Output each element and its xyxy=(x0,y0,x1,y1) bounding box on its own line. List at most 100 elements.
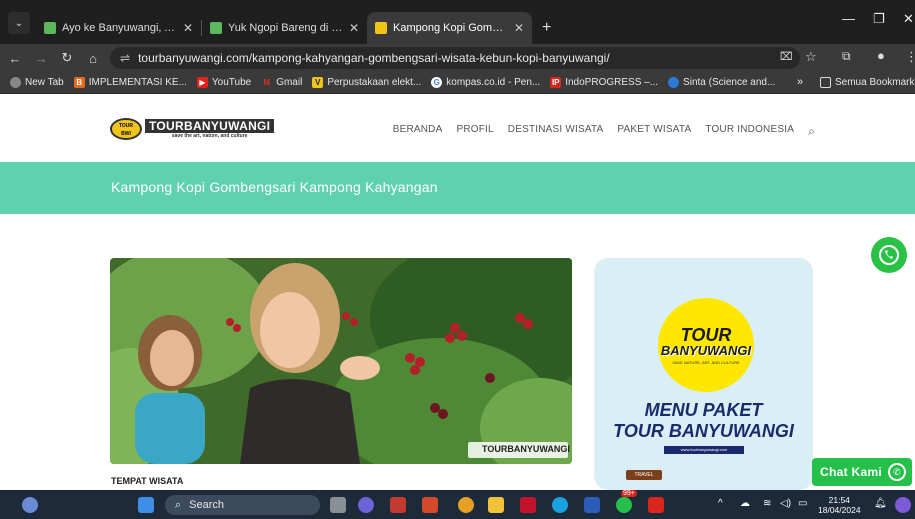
nav-profil[interactable]: PROFIL xyxy=(456,124,493,139)
wifi-icon[interactable]: ≋ xyxy=(763,498,771,509)
main-nav: BERANDA PROFIL DESTINASI WISATA PAKET WI… xyxy=(379,124,815,139)
close-icon[interactable]: ✕ xyxy=(183,21,193,35)
maximize-icon[interactable]: ❐ xyxy=(873,11,885,27)
volume-icon[interactable]: ◁) xyxy=(780,498,791,509)
translate-icon[interactable]: ⌧ xyxy=(780,50,793,63)
tab-1[interactable]: Ayo ke Banyuwangi, Anda per ✕ xyxy=(36,12,201,44)
new-tab-icon[interactable]: + xyxy=(542,19,551,37)
tab-3-active[interactable]: Kampong Kopi Gombengsari K ✕ xyxy=(367,12,532,44)
post-category[interactable]: TEMPAT WISATA xyxy=(111,476,183,486)
url-field[interactable]: ⇌ tourbanyuwangi.com/kampong-kahyangan-g… xyxy=(110,47,800,69)
whatsapp-icon: ✆ xyxy=(888,463,907,481)
close-icon[interactable]: ✕ xyxy=(514,21,524,35)
bookmark-gmail[interactable]: M Gmail xyxy=(261,77,302,88)
windows-taskbar: ⌕ Search 99+ ^ ☁ ≋ ◁) ▭ 21:54 18/04/2024… xyxy=(0,490,915,519)
tab-favicon xyxy=(210,22,222,34)
bookmark-perpustakaan[interactable]: V Perpustakaan elekt... xyxy=(312,77,421,88)
chat-kami-button[interactable]: Chat Kami ✆ xyxy=(812,458,912,486)
banner-heading-2: TOUR BANYUWANGI xyxy=(613,421,794,441)
nav-paket-wisata[interactable]: PAKET WISATA xyxy=(617,124,691,139)
folder-icon xyxy=(820,77,831,88)
taskbar-search[interactable]: ⌕ Search xyxy=(165,495,320,515)
bookmark-youtube[interactable]: ▶ YouTube xyxy=(196,77,251,88)
tab-favicon xyxy=(375,22,387,34)
youtube-icon: ▶ xyxy=(196,77,208,88)
tab-title: Ayo ke Banyuwangi, Anda per xyxy=(62,22,177,34)
banner-website: www.tourbanyuwangi.com xyxy=(664,446,744,454)
forward-icon[interactable]: → xyxy=(30,51,52,66)
all-bookmarks[interactable]: Semua Bookmark xyxy=(820,77,914,88)
widgets-icon[interactable] xyxy=(22,497,38,513)
nav-destinasi-wisata[interactable]: DESTINASI WISATA xyxy=(508,124,604,139)
whatsapp-icon xyxy=(879,245,899,265)
bookmark-new-tab[interactable]: New Tab xyxy=(10,77,64,88)
bookmark-sinta[interactable]: Sinta (Science and... xyxy=(668,77,775,88)
chrome-icon[interactable] xyxy=(458,497,474,513)
logo-name: TOURBANYUWANGI xyxy=(145,119,275,133)
library-icon: V xyxy=(312,77,324,88)
tab-search-button[interactable]: ⌄ xyxy=(8,12,30,34)
profile-icon[interactable]: ● xyxy=(877,48,885,63)
whatsapp-float-button[interactable] xyxy=(871,237,907,273)
search-icon: ⌕ xyxy=(175,498,182,511)
task-view-icon[interactable] xyxy=(330,497,346,513)
reload-icon[interactable]: ↻ xyxy=(56,50,78,66)
tab-title: Kampong Kopi Gombengsari K xyxy=(393,22,508,34)
featured-photo[interactable]: TOURBANYUWANGI xyxy=(110,258,572,464)
nav-beranda[interactable]: BERANDA xyxy=(393,124,443,139)
copilot-icon[interactable] xyxy=(895,497,911,513)
show-hidden-icons[interactable]: ^ xyxy=(718,498,723,509)
site-info-icon[interactable]: ⇌ xyxy=(120,51,130,65)
menu-icon[interactable]: ⋮ xyxy=(905,49,915,65)
logo-tagline: save the art, nature, and culture xyxy=(171,133,248,139)
whatsapp-icon[interactable] xyxy=(616,497,632,513)
banner-heading-1: MENU PAKET xyxy=(644,400,763,420)
edge-icon[interactable] xyxy=(552,497,568,513)
netflix-icon[interactable] xyxy=(520,497,536,513)
powerpoint-icon[interactable] xyxy=(422,497,438,513)
close-icon[interactable]: ✕ xyxy=(349,21,359,35)
home-icon[interactable]: ⌂ xyxy=(82,51,104,66)
app-icon-red[interactable] xyxy=(390,497,406,513)
battery-icon[interactable]: ▭ xyxy=(798,498,807,509)
extensions-icon[interactable]: ⧉ xyxy=(842,49,851,64)
start-icon[interactable] xyxy=(138,497,154,513)
word-icon[interactable] xyxy=(584,497,600,513)
bookmark-kompas[interactable]: G kompas.co.id - Pen... xyxy=(431,77,540,88)
window-close-icon[interactable]: ✕ xyxy=(903,11,914,27)
search-icon[interactable]: ⌕ xyxy=(808,124,815,139)
logo-emblem: TOUR BWI xyxy=(110,118,142,140)
tour-package-banner[interactable]: TOUR BANYUWANGI SAVE NATURE, ART, AND CU… xyxy=(594,258,813,490)
bookmarks-bar: New Tab B IMPLEMENTASI KE... ▶ YouTube M… xyxy=(0,72,915,94)
sinta-icon xyxy=(668,77,680,88)
tour-banyuwangi-logo: TOUR BANYUWANGI SAVE NATURE, ART, AND CU… xyxy=(658,298,754,392)
file-explorer-icon[interactable] xyxy=(488,497,504,513)
address-toolbar: ← → ↻ ⌂ ⇌ tourbanyuwangi.com/kampong-kah… xyxy=(0,44,915,72)
page-hero-banner: Kampong Kopi Gombengsari Kampong Kahyang… xyxy=(0,162,915,214)
tab-favicon xyxy=(44,22,56,34)
travel-sign: TRAVEL xyxy=(626,470,662,480)
site-logo[interactable]: TOUR BWI TOURBANYUWANGI save the art, nat… xyxy=(110,118,275,140)
bookmark-implementasi[interactable]: B IMPLEMENTASI KE... xyxy=(73,77,187,88)
browser-tab-bar: ⌄ Ayo ke Banyuwangi, Anda per ✕ Yuk Ngop… xyxy=(0,0,915,44)
chat-app-icon[interactable] xyxy=(358,497,374,513)
notification-bell-icon[interactable]: 🔔︎ xyxy=(874,498,887,509)
bookmark-star-icon[interactable]: ☆ xyxy=(805,49,817,65)
bookmark-indoprogress[interactable]: IP IndoPROGRESS –... xyxy=(550,77,658,88)
nav-tour-indonesia[interactable]: TOUR INDONESIA xyxy=(705,124,794,139)
notification-badge: 99+ xyxy=(621,490,637,497)
globe-icon xyxy=(10,77,21,88)
bookmarks-overflow-icon[interactable]: » xyxy=(797,76,803,88)
url-text: tourbanyuwangi.com/kampong-kahyangan-gom… xyxy=(138,51,610,65)
minimize-icon[interactable]: — xyxy=(842,11,855,26)
taskbar-clock[interactable]: 21:54 18/04/2024 xyxy=(818,495,861,515)
gmail-icon: M xyxy=(263,78,271,87)
blogger-icon: B xyxy=(73,77,85,88)
weather-icon[interactable]: ☁ xyxy=(740,498,750,509)
indoprogress-icon: IP xyxy=(550,77,562,88)
tab-2[interactable]: Yuk Ngopi Bareng di Pesta Ra ✕ xyxy=(202,12,367,44)
page-title: Kampong Kopi Gombengsari Kampong Kahyang… xyxy=(111,179,438,195)
acrobat-icon[interactable] xyxy=(648,497,664,513)
back-icon[interactable]: ← xyxy=(4,51,26,66)
photo-watermark: TOURBANYUWANGI xyxy=(482,444,570,454)
